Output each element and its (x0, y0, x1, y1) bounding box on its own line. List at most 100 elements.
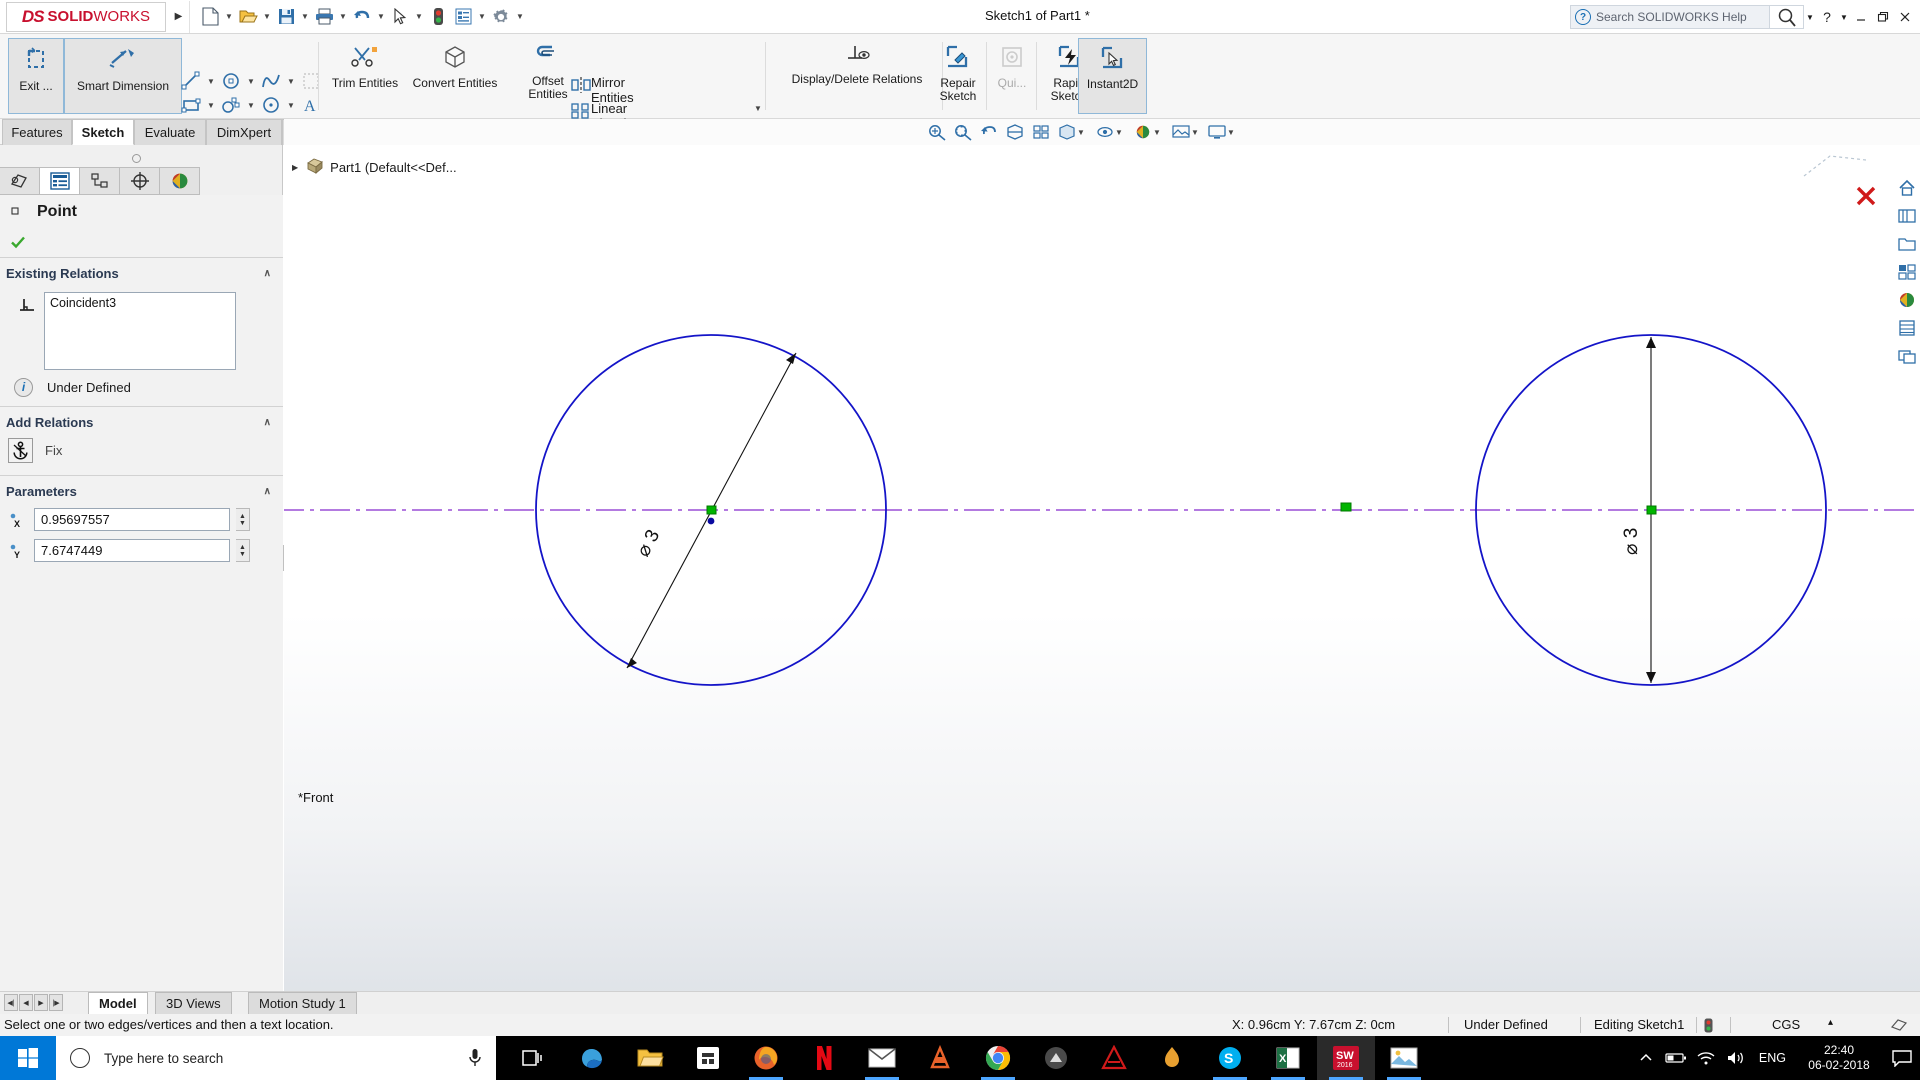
bottom-tab-model[interactable]: Model (88, 992, 148, 1015)
next-tab-button[interactable]: ▶ (34, 994, 48, 1011)
close-button[interactable] (1894, 5, 1916, 29)
units-chevron-icon[interactable]: ▴ (1828, 1017, 1833, 1028)
spline-dropdown-icon[interactable]: ▼ (284, 69, 298, 93)
tab-navigation-arrows[interactable]: ◀| ◀ ▶ |▶ (4, 994, 63, 1011)
wifi-icon[interactable] (1691, 1036, 1721, 1080)
previous-view-icon[interactable] (976, 120, 1002, 144)
netflix-icon[interactable] (795, 1036, 853, 1080)
status-units[interactable]: CGS (1772, 1017, 1800, 1032)
tab-sketch[interactable]: Sketch (72, 119, 134, 145)
zoom-to-fit-icon[interactable] (924, 120, 950, 144)
parameters-header[interactable]: Parameters ∧ (0, 478, 283, 504)
tab-features[interactable]: Features (2, 119, 72, 145)
bottom-tab-motion-study[interactable]: Motion Study 1 (248, 992, 357, 1015)
x-coordinate-input[interactable]: 0.95697557 (34, 508, 230, 531)
open-document-dropdown-icon[interactable]: ▼ (261, 4, 273, 30)
rebuild-traffic-icon[interactable] (426, 4, 450, 30)
first-tab-button[interactable]: ◀| (4, 994, 18, 1011)
appearances-pane-icon[interactable] (1894, 287, 1920, 313)
menu-expand-arrow[interactable]: ▶ (168, 0, 190, 33)
new-document-dropdown-icon[interactable]: ▼ (223, 4, 235, 30)
accept-button[interactable] (0, 229, 283, 255)
section-view-icon[interactable] (1002, 120, 1028, 144)
pdm-pane-icon[interactable] (1894, 343, 1920, 369)
fix-anchor-icon[interactable] (8, 437, 33, 463)
convert-entities-button[interactable]: Convert Entities (405, 38, 505, 114)
open-document-icon[interactable] (236, 4, 260, 30)
feature-tree-root[interactable]: ▶ Part1 (Default<<Def... (292, 158, 457, 177)
view-settings-dropdown-icon[interactable]: ▼ (1226, 120, 1236, 144)
task-view-button[interactable] (505, 1036, 563, 1080)
volume-icon[interactable] (1721, 1036, 1751, 1080)
battery-icon[interactable] (1661, 1036, 1691, 1080)
linear-sketch-pattern-dropdown-icon[interactable]: ▼ (754, 104, 762, 113)
last-tab-button[interactable]: |▶ (49, 994, 63, 1011)
search-icon[interactable] (1770, 5, 1804, 29)
rectangle-dropdown-icon[interactable]: ▼ (204, 93, 218, 117)
tab-evaluate[interactable]: Evaluate (134, 119, 206, 145)
trim-entities-button[interactable]: Trim Entities (325, 38, 405, 114)
configuration-manager-tab[interactable] (80, 167, 120, 195)
right-circle-diameter-label[interactable]: ⌀ 3 (1620, 528, 1643, 555)
file-explorer-icon[interactable] (621, 1036, 679, 1080)
fix-relation-row[interactable]: Fix (0, 435, 283, 465)
trim-sketch-icon[interactable] (218, 93, 244, 117)
trim-sketch-dropdown-icon[interactable]: ▼ (244, 93, 258, 117)
bottom-tab-3d-views[interactable]: 3D Views (155, 992, 232, 1015)
delete-x-icon[interactable] (1855, 185, 1877, 210)
rebuild-status-icon[interactable] (1704, 1018, 1713, 1036)
restore-button[interactable] (1872, 5, 1894, 29)
file-explorer-pane-icon[interactable] (1894, 231, 1920, 257)
circle-icon[interactable] (218, 69, 244, 93)
text-tool-icon[interactable]: A (298, 93, 324, 117)
arc-dropdown-icon[interactable]: ▼ (284, 93, 298, 117)
smart-dimension-button[interactable]: Smart Dimension (64, 38, 182, 114)
language-indicator[interactable]: ENG (1759, 1051, 1786, 1065)
vlc-icon[interactable] (911, 1036, 969, 1080)
repair-sketch-button[interactable]: Repair Sketch (928, 38, 988, 114)
mirror-entities-button[interactable]: Mirror Entities (568, 72, 634, 105)
cursor-select-icon[interactable] (388, 4, 412, 30)
gear-dropdown-icon[interactable]: ▼ (514, 4, 526, 30)
x-coordinate-stepper[interactable]: ▲ ▼ (236, 508, 250, 531)
excel-icon[interactable]: X (1259, 1036, 1317, 1080)
solidworks-taskbar-icon[interactable]: SW 2016 (1317, 1036, 1375, 1080)
grid-snap-icon[interactable] (298, 69, 324, 93)
spline-icon[interactable] (258, 69, 284, 93)
edge-icon[interactable] (563, 1036, 621, 1080)
taskbar-clock[interactable]: 22:40 06-02-2018 (1794, 1043, 1884, 1073)
microphone-icon[interactable] (468, 1048, 482, 1071)
action-center-icon[interactable] (1884, 1036, 1920, 1080)
quick-snaps-button[interactable]: Qui... (988, 38, 1036, 114)
options-list-icon[interactable] (451, 4, 475, 30)
gear-icon[interactable] (489, 4, 513, 30)
list-item[interactable]: Coincident3 (50, 296, 230, 310)
new-document-icon[interactable] (198, 4, 222, 30)
search-help-input[interactable]: ? Search SOLIDWORKS Help (1570, 5, 1770, 29)
add-relations-header[interactable]: Add Relations ∧ (0, 409, 283, 435)
edit-appearance-dropdown-icon[interactable]: ▼ (1152, 120, 1162, 144)
existing-relations-list[interactable]: Coincident3 (44, 292, 236, 370)
search-dropdown-icon[interactable]: ▼ (1804, 5, 1816, 29)
display-style-dropdown-icon[interactable]: ▼ (1076, 120, 1086, 144)
show-hidden-icons-button[interactable] (1631, 1036, 1661, 1080)
autocad-icon[interactable] (1085, 1036, 1143, 1080)
design-library-icon[interactable] (1894, 203, 1920, 229)
firefox-icon[interactable] (737, 1036, 795, 1080)
arc-icon[interactable] (258, 93, 284, 117)
graphics-area[interactable]: ⌀ 3 ⌀ 3 Y X *Front (284, 145, 1920, 997)
panel-pin-icon[interactable] (132, 154, 141, 163)
start-button[interactable] (0, 1036, 56, 1080)
print-dropdown-icon[interactable]: ▼ (337, 4, 349, 30)
existing-relations-header[interactable]: Existing Relations ∧ (0, 260, 283, 286)
chrome-icon[interactable] (969, 1036, 1027, 1080)
rectangle-icon[interactable] (178, 93, 204, 117)
print-icon[interactable] (312, 4, 336, 30)
overlay-toggle-icon[interactable] (1890, 1017, 1908, 1036)
property-manager-tab[interactable] (40, 167, 80, 195)
display-delete-relations-button[interactable]: Display/Delete Relations (772, 38, 942, 114)
apply-scene-dropdown-icon[interactable]: ▼ (1190, 120, 1200, 144)
app-icon-9[interactable] (1027, 1036, 1085, 1080)
home-icon[interactable] (1894, 175, 1920, 201)
custom-properties-icon[interactable] (1894, 315, 1920, 341)
